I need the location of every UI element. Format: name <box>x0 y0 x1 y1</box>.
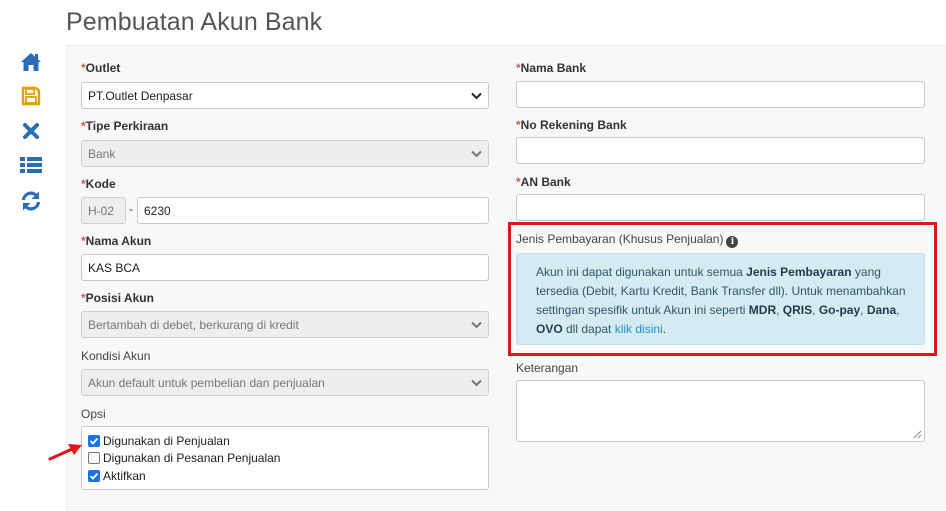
posisi-akun-select[interactable]: Bertambah di debet, berkurang di kredit <box>81 311 489 338</box>
opsi-checkbox-group: Digunakan di Penjualan Digunakan di Pesa… <box>81 426 489 490</box>
no-rekening-label: *No Rekening Bank <box>516 118 627 132</box>
home-icon[interactable] <box>16 50 46 74</box>
kode-input[interactable]: 6230 <box>137 197 489 224</box>
chevron-down-icon <box>471 92 482 100</box>
checkbox-checked[interactable] <box>88 435 100 447</box>
checkbox-aktifkan[interactable]: Aktifkan <box>88 468 146 484</box>
jenis-pembayaran-label: Jenis Pembayaran (Khusus Penjualan) i <box>516 232 739 248</box>
nama-akun-label: *Nama Akun <box>81 234 152 248</box>
nama-akun-input[interactable]: KAS BCA <box>81 254 489 281</box>
no-rekening-input[interactable] <box>516 137 925 164</box>
outlet-select[interactable]: PT.Outlet Denpasar <box>81 82 489 109</box>
an-bank-input[interactable] <box>516 194 925 221</box>
annotation-arrow-icon <box>48 444 82 461</box>
nama-bank-input[interactable] <box>516 81 925 108</box>
checkbox-label: Digunakan di Penjualan <box>103 434 230 448</box>
refresh-icon[interactable] <box>16 189 46 213</box>
kode-label: *Kode <box>81 177 116 191</box>
jenis-pembayaran-info-alert: Akun ini dapat digunakan untuk semua Jen… <box>516 253 925 345</box>
an-bank-label: *AN Bank <box>516 175 571 189</box>
page-title: Pembuatan Akun Bank <box>66 8 323 36</box>
resize-handle-icon[interactable] <box>913 430 922 439</box>
outlet-label: *Outlet <box>81 61 121 75</box>
kondisi-akun-label: Kondisi Akun <box>81 349 151 363</box>
save-icon[interactable] <box>16 84 46 108</box>
klik-disini-link[interactable]: klik disini <box>615 322 663 336</box>
kode-separator: - <box>129 202 133 216</box>
chevron-down-icon <box>471 379 482 387</box>
chevron-down-icon <box>471 321 482 329</box>
checkbox-checked[interactable] <box>88 470 100 482</box>
list-icon[interactable] <box>16 153 46 177</box>
checkbox-unchecked[interactable] <box>88 452 100 464</box>
checkbox-label: Digunakan di Pesanan Penjualan <box>103 451 281 465</box>
checkbox-digunakan-di-penjualan[interactable]: Digunakan di Penjualan <box>88 433 230 449</box>
kode-prefix-field: H-02 <box>81 197 126 224</box>
keterangan-label: Keterangan <box>516 361 579 375</box>
checkbox-digunakan-di-pesanan-penjualan[interactable]: Digunakan di Pesanan Penjualan <box>88 450 280 466</box>
chevron-down-icon <box>471 150 482 158</box>
tipe-perkiraan-label: *Tipe Perkiraan <box>81 119 169 133</box>
opsi-label: Opsi <box>81 407 106 421</box>
info-icon[interactable]: i <box>726 236 739 248</box>
posisi-akun-label: *Posisi Akun <box>81 291 154 305</box>
checkbox-label: Aktifkan <box>103 469 146 483</box>
tipe-perkiraan-select[interactable]: Bank <box>81 140 489 167</box>
keterangan-textarea[interactable] <box>516 380 925 442</box>
nama-bank-label: *Nama Bank <box>516 61 587 75</box>
close-icon[interactable] <box>16 119 46 143</box>
kondisi-akun-select[interactable]: Akun default untuk pembelian dan penjual… <box>81 369 489 396</box>
